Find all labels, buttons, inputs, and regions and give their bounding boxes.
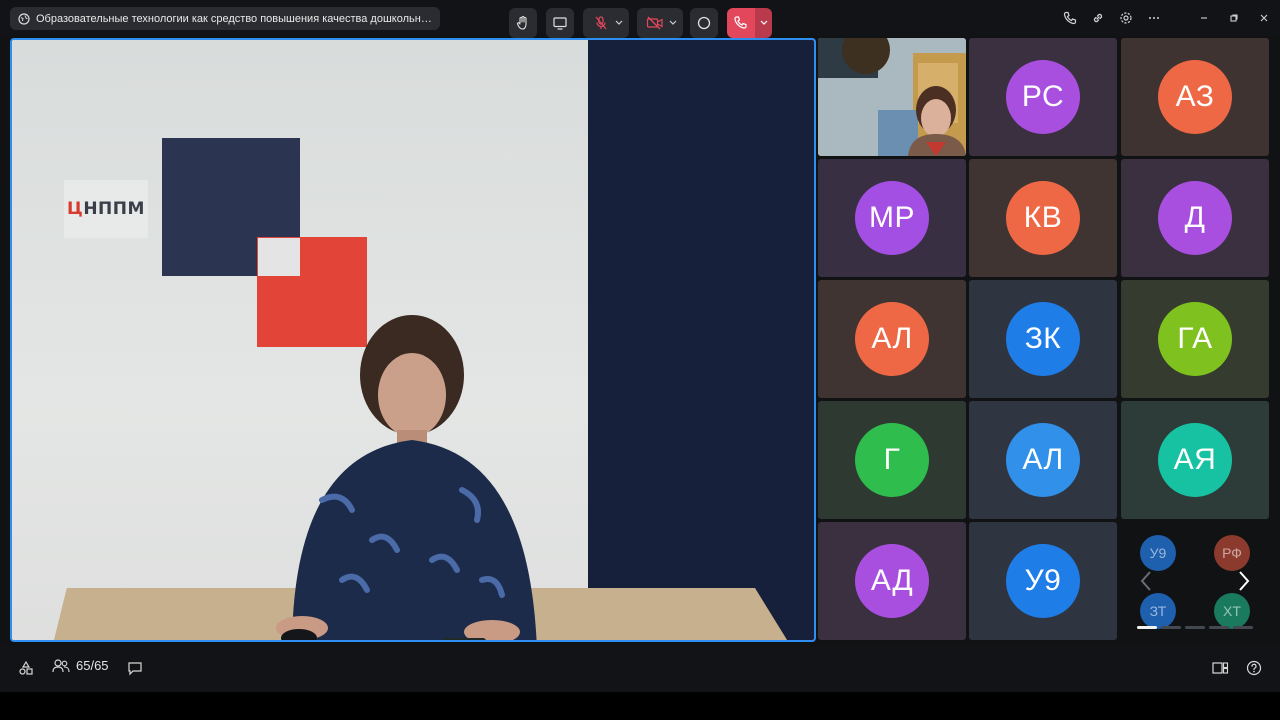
participant-tile[interactable]: АД [818,522,966,640]
pager-dot[interactable] [1233,626,1253,629]
participant-avatar: ГА [1158,302,1232,376]
participant-avatar: АЛ [855,302,929,376]
grid-pager [1137,626,1253,629]
meeting-toolbar [0,646,1280,692]
participant-tile[interactable]: ГА [1121,280,1269,398]
phone-icon[interactable] [1056,8,1084,28]
participant-avatar: РС [1006,60,1080,134]
leave-call-button[interactable] [727,8,755,38]
participant-tile-camera[interactable] [818,38,966,156]
participant-initials: АД [870,564,914,597]
link-icon[interactable] [1084,8,1112,28]
chevron-down-icon[interactable] [615,20,623,26]
participant-avatar: АЯ [1158,423,1232,497]
chevron-left-icon[interactable] [1139,570,1153,598]
participant-avatar: У9 [1006,544,1080,618]
participant-avatar: АЛ [1006,423,1080,497]
pager-dot[interactable] [1185,626,1205,629]
participant-initials: КВ [1023,201,1063,234]
mini-avatar: У9 [1140,535,1176,571]
layout-icon[interactable] [1211,660,1229,681]
bottom-strip [0,692,1280,720]
close-icon[interactable] [1249,8,1279,28]
help-icon[interactable] [1246,660,1262,681]
meeting-title-pill[interactable]: Образовательные технологии как средство … [10,7,440,30]
participants-button[interactable]: 65/65 [52,658,109,673]
restore-icon[interactable] [1219,8,1249,28]
chevron-down-icon[interactable] [669,20,677,26]
participant-tile[interactable]: РС [969,38,1117,156]
microphone-muted-icon [595,16,607,30]
decor-square-white [258,238,300,276]
participant-avatar: Д [1158,181,1232,255]
participant-avatar: АЗ [1158,60,1232,134]
mini-avatar: РФ [1214,535,1250,571]
globe-icon [18,12,30,25]
participant-count: 65/65 [76,658,109,673]
share-screen-button[interactable] [546,8,574,38]
more-icon[interactable] [1140,8,1168,28]
mini-avatar-initials: ХТ [1223,603,1241,619]
mini-avatar: ЗТ [1140,593,1176,629]
leave-options-button[interactable] [755,8,772,38]
participant-avatar: МР [855,181,929,255]
pager-dot[interactable] [1161,626,1181,629]
reactions-icon[interactable] [18,660,34,681]
camera-button[interactable] [637,8,683,38]
camera-off-icon [646,16,663,30]
pager-dot[interactable] [1209,626,1229,629]
participant-tile[interactable]: АЯ [1121,401,1269,519]
mini-avatar-initials: У9 [1149,545,1167,561]
chat-icon[interactable] [127,660,143,681]
participant-tile[interactable]: МР [818,159,966,277]
participant-tile[interactable]: АЛ [969,401,1117,519]
gear-icon[interactable] [1112,8,1140,28]
phone-hangup-icon [734,16,747,29]
active-speaker-video[interactable]: ЦНППМ [10,38,816,642]
mini-avatar-initials: РФ [1222,545,1242,561]
chevron-down-icon [760,20,767,25]
participant-initials: У9 [1024,564,1062,597]
minimize-icon[interactable] [1189,8,1219,28]
participant-camera-feed [818,38,966,156]
org-logo: ЦНППМ [64,180,148,238]
participant-initials: МР [869,201,915,234]
participant-tile[interactable]: Г [818,401,966,519]
participant-avatar: АД [855,544,929,618]
meeting-title: Образовательные технологии как средство … [36,12,436,25]
pager-dot[interactable] [1137,626,1157,629]
participant-tile[interactable]: КВ [969,159,1117,277]
video-background-panel [588,40,814,640]
org-logo-text: ЦНППМ [67,199,145,219]
participant-tile[interactable]: АЛ [818,280,966,398]
record-icon [697,16,711,30]
mini-avatar: ХТ [1214,593,1250,629]
participant-tile[interactable]: Д [1121,159,1269,277]
participant-initials: АЛ [1022,443,1064,476]
speaker-figure [276,315,537,640]
participant-tile[interactable]: У9 [969,522,1117,640]
hand-icon [516,15,527,30]
more-participants-tile[interactable]: У9 РФ ЗТ ХТ [1121,522,1269,642]
participant-avatar: ЗК [1006,302,1080,376]
participant-avatar: КВ [1006,181,1080,255]
participant-tile[interactable]: АЗ [1121,38,1269,156]
participant-initials: ЗК [1024,322,1062,355]
mini-avatar-initials: ЗТ [1149,603,1167,619]
people-icon [52,658,70,672]
chevron-right-icon[interactable] [1237,570,1251,598]
participant-avatar: Г [855,423,929,497]
participant-initials: РС [1021,80,1065,113]
screen-share-icon [553,17,567,30]
microphone-button[interactable] [583,8,629,38]
participant-initials: Д [1184,201,1206,234]
raise-hand-button[interactable] [509,8,537,38]
participant-initials: АЯ [1173,443,1217,476]
participant-initials: АЗ [1175,80,1215,113]
participant-initials: ГА [1177,322,1213,355]
participant-tile[interactable]: ЗК [969,280,1117,398]
record-button[interactable] [690,8,718,38]
participant-initials: Г [883,443,901,476]
participant-initials: АЛ [871,322,913,355]
